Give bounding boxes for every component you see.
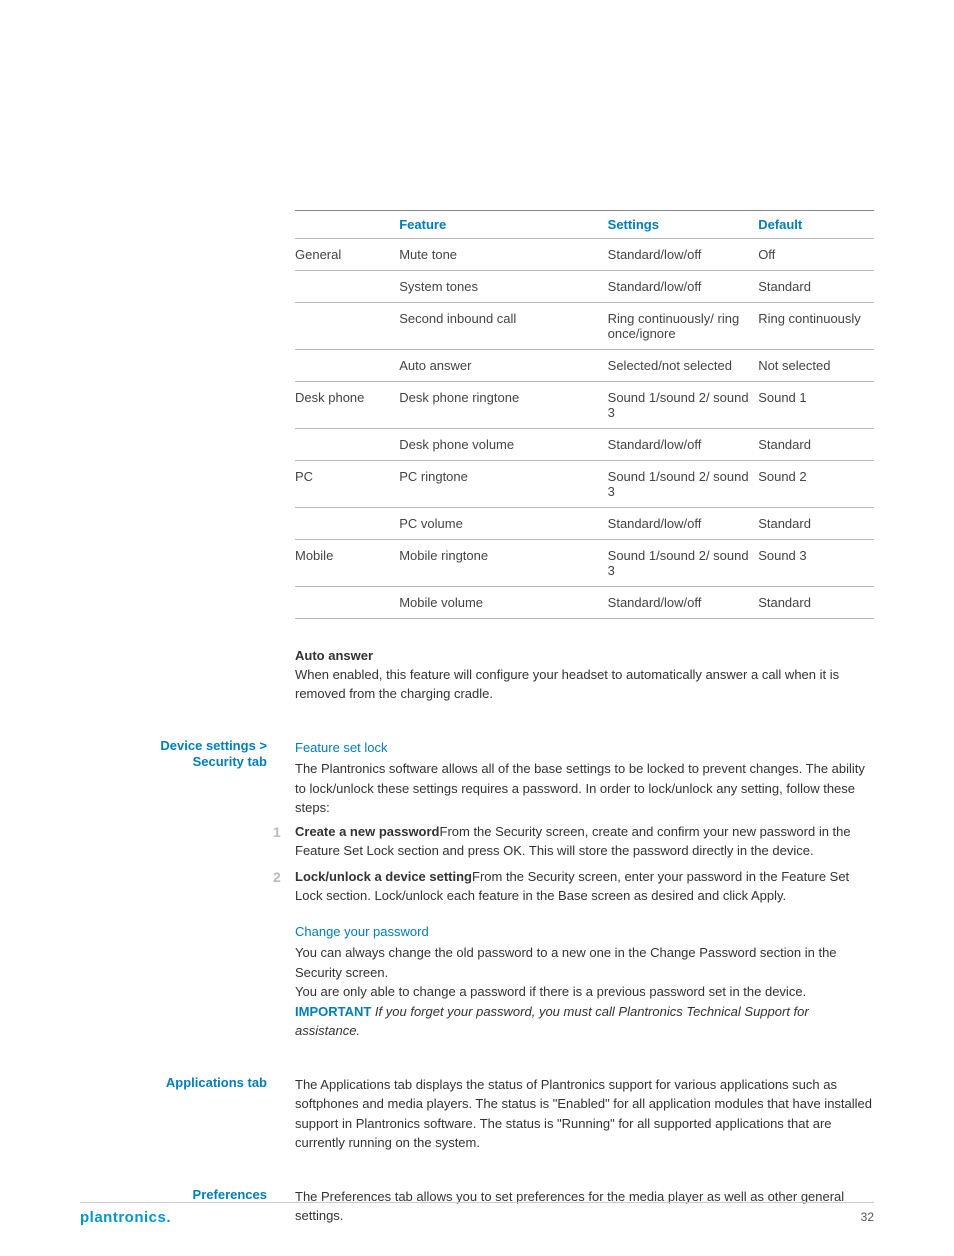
step-item: Lock/unlock a device settingFrom the Sec…: [273, 867, 874, 906]
applications-side-label: Applications tab: [80, 1075, 295, 1153]
col-header-default: Default: [758, 211, 874, 239]
step-item: Create a new passwordFrom the Security s…: [273, 822, 874, 861]
page-footer: plantronics. 32: [80, 1202, 874, 1226]
plantronics-logo: plantronics.: [80, 1209, 171, 1226]
table-row: Mobile volumeStandard/low/offStandard: [295, 587, 874, 619]
change-password-line2: You are only able to change a password i…: [295, 982, 874, 1002]
col-header-settings: Settings: [608, 211, 759, 239]
applications-body: The Applications tab displays the status…: [295, 1075, 874, 1153]
col-header-category: [295, 211, 399, 239]
feature-set-lock-heading: Feature set lock: [295, 738, 874, 758]
auto-answer-heading: Auto answer: [295, 648, 373, 663]
auto-answer-body: When enabled, this feature will configur…: [295, 667, 839, 701]
table-row: MobileMobile ringtoneSound 1/sound 2/ so…: [295, 540, 874, 587]
table-row: PCPC ringtoneSound 1/sound 2/ sound 3Sou…: [295, 461, 874, 508]
page-number: 32: [861, 1210, 874, 1224]
auto-answer-block: Auto answer When enabled, this feature w…: [295, 647, 874, 704]
table-row: System tonesStandard/low/offStandard: [295, 271, 874, 303]
table-row: GeneralMute toneStandard/low/offOff: [295, 239, 874, 271]
applications-section: Applications tab The Applications tab di…: [80, 1075, 874, 1153]
feature-set-lock-body: The Plantronics software allows all of t…: [295, 759, 874, 818]
change-password-line1: You can always change the old password t…: [295, 943, 874, 982]
security-section: Device settings > Security tab Feature s…: [80, 738, 874, 1041]
important-note: IMPORTANT If you forget your password, y…: [295, 1002, 874, 1041]
table-row: Desk phone volumeStandard/low/offStandar…: [295, 429, 874, 461]
table-row: Second inbound callRing continuously/ ri…: [295, 303, 874, 350]
table-row: PC volumeStandard/low/offStandard: [295, 508, 874, 540]
settings-table: Feature Settings Default GeneralMute ton…: [295, 210, 874, 619]
security-side-label: Device settings > Security tab: [80, 738, 295, 1041]
change-password-heading: Change your password: [295, 922, 874, 942]
col-header-feature: Feature: [399, 211, 607, 239]
table-row: Auto answerSelected/not selectedNot sele…: [295, 350, 874, 382]
table-row: Desk phoneDesk phone ringtoneSound 1/sou…: [295, 382, 874, 429]
